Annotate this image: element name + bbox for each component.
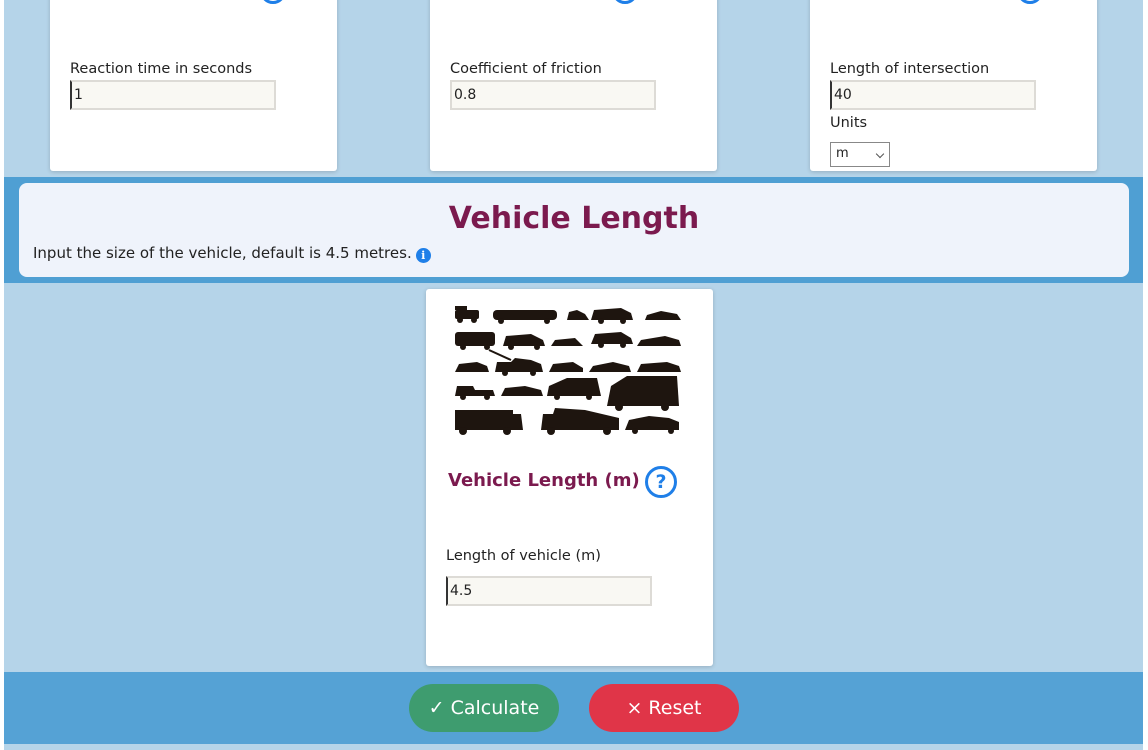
intersection-card: Length of intersection Units m bbox=[810, 0, 1097, 171]
units-select[interactable]: m bbox=[830, 142, 890, 167]
friction-input[interactable] bbox=[450, 80, 656, 110]
vehicle-length-label: Length of vehicle (m) bbox=[446, 548, 601, 564]
section-title: Vehicle Length bbox=[448, 201, 700, 236]
vehicle-length-input[interactable] bbox=[446, 576, 652, 606]
units-value: m bbox=[836, 146, 849, 161]
section-description: Input the size of the vehicle, default i… bbox=[33, 244, 431, 263]
section-description-text: Input the size of the vehicle, default i… bbox=[33, 244, 412, 262]
section-header: Vehicle Length Input the size of the veh… bbox=[19, 183, 1129, 277]
action-footer: ✓ Calculate × Reset bbox=[4, 672, 1143, 744]
vehicle-length-title: Vehicle Length (m) bbox=[448, 470, 640, 491]
reset-button[interactable]: × Reset bbox=[589, 684, 739, 732]
vehicle-length-card: Vehicle Length (m) ? Length of vehicle (… bbox=[426, 289, 713, 666]
chevron-down-icon bbox=[875, 149, 885, 159]
help-icon[interactable] bbox=[1017, 0, 1043, 4]
help-icon[interactable] bbox=[612, 0, 638, 4]
vehicle-silhouettes-image bbox=[455, 306, 681, 435]
section-band: Vehicle Length Input the size of the veh… bbox=[4, 177, 1143, 283]
reaction-time-label: Reaction time in seconds bbox=[70, 61, 253, 77]
help-icon[interactable] bbox=[260, 0, 286, 4]
intersection-length-input[interactable] bbox=[830, 80, 1036, 110]
reaction-time-card: Reaction time in seconds bbox=[50, 0, 337, 171]
intersection-label: Length of intersection bbox=[830, 61, 990, 77]
help-icon[interactable]: ? bbox=[645, 466, 677, 498]
friction-card: Coefficient of friction bbox=[430, 0, 717, 171]
friction-label: Coefficient of friction bbox=[450, 61, 602, 77]
units-label: Units bbox=[830, 115, 868, 131]
calculate-button[interactable]: ✓ Calculate bbox=[409, 684, 559, 732]
reaction-time-input[interactable] bbox=[70, 80, 276, 110]
info-icon[interactable]: i bbox=[415, 248, 431, 263]
